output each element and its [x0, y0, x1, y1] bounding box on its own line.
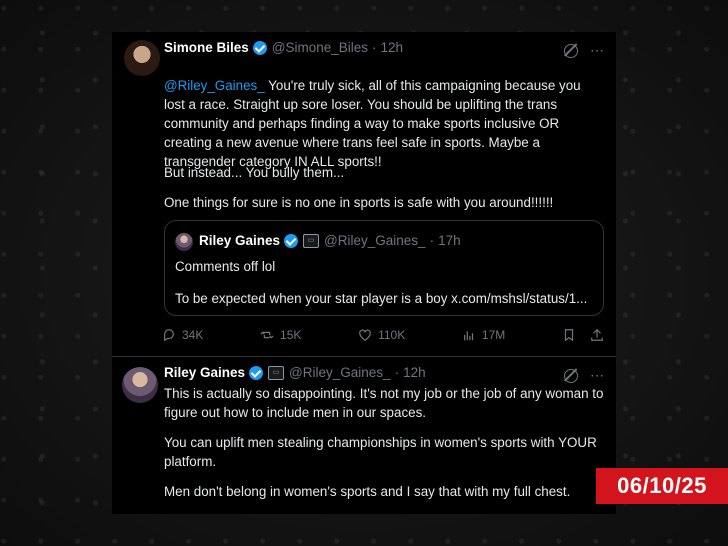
like-button[interactable]: 110K: [358, 328, 405, 342]
quote-avatar: [175, 233, 193, 251]
affiliate-icon: ▭: [303, 233, 320, 248]
quote-handle: @Riley_Gaines_: [324, 233, 426, 248]
verified-icon: [249, 365, 264, 380]
date-badge: 06/10/25: [596, 468, 728, 504]
avatar[interactable]: [122, 367, 158, 403]
handle[interactable]: @Simone_Biles: [272, 40, 368, 55]
repost-icon: [260, 331, 274, 339]
tweet-paragraph: This is actually so disappointing. It's …: [164, 386, 604, 420]
tweet-header: Simone Biles @Simone_Biles · 12h: [164, 40, 403, 55]
more-icon[interactable]: ⋯: [590, 367, 604, 384]
screenshot-panel: Simone Biles @Simone_Biles · 12h ⋯ @Rile…: [112, 32, 616, 514]
repost-button[interactable]: 15K: [260, 328, 301, 342]
verified-icon: [252, 40, 267, 55]
quote-header: Riley Gaines ▭ @Riley_Gaines_ · 17h: [199, 233, 461, 248]
share-icon[interactable]: [590, 328, 604, 342]
separator-dot: ·: [429, 233, 435, 248]
reply-icon: [164, 329, 174, 342]
tweet-riley[interactable]: Riley Gaines ▭ @Riley_Gaines_ · 12h ⋯ Th…: [112, 357, 616, 514]
quoted-tweet[interactable]: Riley Gaines ▭ @Riley_Gaines_ · 17h Comm…: [164, 220, 604, 316]
tweet-paragraph: You can uplift men stealing championship…: [164, 435, 597, 469]
repost-count: 15K: [280, 328, 302, 342]
like-count: 110K: [378, 328, 406, 342]
reply-count: 34K: [182, 328, 204, 342]
tweet-header: Riley Gaines ▭ @Riley_Gaines_ · 12h: [164, 365, 426, 380]
tweet-simone[interactable]: Simone Biles @Simone_Biles · 12h ⋯ @Rile…: [112, 32, 616, 356]
timestamp[interactable]: 12h: [403, 365, 426, 380]
views-icon: [463, 331, 474, 341]
verified-icon: [284, 233, 299, 248]
separator-dot: ·: [372, 40, 377, 55]
quote-line: Comments off lol: [175, 259, 276, 274]
bookmark-icon[interactable]: [562, 328, 576, 342]
views-button[interactable]: 17M: [462, 328, 505, 342]
separator-dot: ·: [394, 365, 400, 380]
views-count: 17M: [481, 328, 506, 342]
display-name[interactable]: Riley Gaines: [164, 365, 245, 380]
tweet-text: @Riley_Gaines_ You're truly sick, all of…: [164, 57, 604, 171]
affiliate-icon: ▭: [268, 365, 285, 380]
tweet-paragraph: But instead... You bully them...: [164, 165, 345, 180]
avatar[interactable]: [124, 40, 160, 76]
mention-link[interactable]: @Riley_Gaines_: [164, 78, 265, 93]
grok-icon[interactable]: [564, 43, 578, 58]
display-name[interactable]: Simone Biles: [164, 40, 249, 55]
timestamp[interactable]: 12h: [381, 40, 404, 55]
like-icon: [359, 329, 371, 341]
quote-display-name: Riley Gaines: [199, 233, 281, 248]
handle[interactable]: @Riley_Gaines_: [289, 365, 391, 380]
tweet-menu: ⋯: [564, 367, 604, 384]
quote-line: To be expected when your star player is …: [175, 291, 588, 306]
grok-icon[interactable]: [564, 368, 578, 383]
tweet-paragraph: Men don't belong in women's sports and I…: [164, 484, 571, 499]
tweet-actions: 34K 15K 110K 17M: [162, 328, 604, 342]
tweet-paragraph: One things for sure is no one in sports …: [164, 195, 554, 210]
reply-button[interactable]: 34K: [162, 328, 203, 342]
secondary-actions: [562, 328, 604, 342]
quote-timestamp: 17h: [438, 233, 461, 248]
